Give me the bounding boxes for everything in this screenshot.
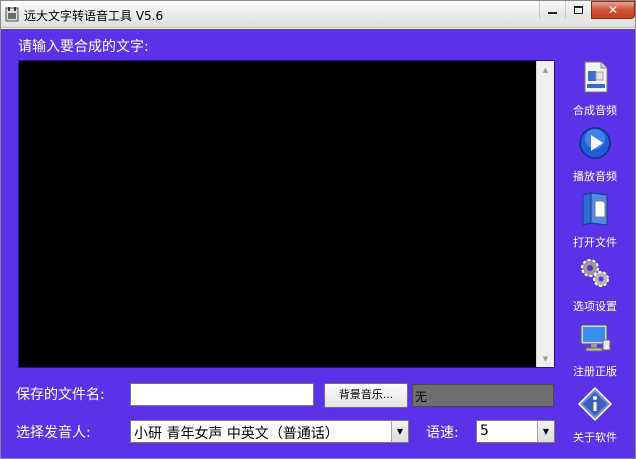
maximize-icon xyxy=(574,6,583,14)
play-icon xyxy=(579,127,611,159)
app-icon xyxy=(5,7,19,22)
close-button[interactable]: ✕ xyxy=(591,1,635,19)
filename-label: 保存的文件名: xyxy=(16,387,105,403)
chevron-down-icon[interactable]: ▼ xyxy=(391,421,408,442)
monitor-icon xyxy=(580,324,611,352)
chevron-down-icon[interactable]: ▼ xyxy=(537,421,554,442)
register-label: 注册正版 xyxy=(573,365,617,378)
app-window: 远大文字转语音工具 V5.6 ✕ 请输入要合成的文字: ▲ ▼ 合成音频 播放音… xyxy=(0,0,636,459)
text-input[interactable] xyxy=(19,61,536,367)
voice-label: 选择发音人: xyxy=(16,425,91,441)
minimize-icon xyxy=(548,12,557,14)
background-music-button[interactable]: 背景音乐... xyxy=(324,383,408,408)
info-icon xyxy=(577,386,613,422)
settings-button[interactable]: 选项设置 xyxy=(563,255,627,314)
speed-selected-value: 5 xyxy=(480,423,489,439)
window-controls: ✕ xyxy=(539,1,635,19)
vertical-scrollbar[interactable]: ▲ ▼ xyxy=(536,61,554,367)
about-label: 关于软件 xyxy=(573,431,617,444)
maximize-button[interactable] xyxy=(565,1,591,19)
gears-icon xyxy=(581,259,609,287)
background-music-value: 无 xyxy=(412,384,554,407)
filename-input[interactable] xyxy=(130,383,314,406)
scroll-up-icon[interactable]: ▲ xyxy=(537,61,554,78)
voice-selected-value: 小研 青年女声 中英文（普通话） xyxy=(134,426,339,442)
speed-select[interactable]: 5 ▼ xyxy=(476,420,555,443)
client-area: 请输入要合成的文字: ▲ ▼ 合成音频 播放音频 打开文件 选项设置 注册正版 … xyxy=(1,29,635,458)
settings-label: 选项设置 xyxy=(573,300,617,313)
scroll-down-icon[interactable]: ▼ xyxy=(537,350,554,367)
play-audio-label: 播放音频 xyxy=(573,170,617,183)
text-editor-frame: ▲ ▼ xyxy=(18,60,555,368)
window-title: 远大文字转语音工具 V5.6 xyxy=(24,9,164,23)
about-button[interactable]: 关于软件 xyxy=(563,386,627,445)
open-file-button[interactable]: 打开文件 xyxy=(563,191,627,250)
editor-prompt-label: 请输入要合成的文字: xyxy=(18,39,149,55)
open-file-icon xyxy=(582,192,608,226)
close-icon: ✕ xyxy=(607,3,619,17)
register-button[interactable]: 注册正版 xyxy=(563,320,627,379)
title-bar[interactable]: 远大文字转语音工具 V5.6 ✕ xyxy=(1,1,635,28)
voice-select[interactable]: 小研 青年女声 中英文（普通话） ▼ xyxy=(130,420,409,443)
open-file-label: 打开文件 xyxy=(573,236,617,249)
speed-label: 语速: xyxy=(426,425,459,441)
synthesize-audio-label: 合成音频 xyxy=(573,104,617,117)
synthesize-audio-button[interactable]: 合成音频 xyxy=(563,59,627,118)
play-audio-button[interactable]: 播放音频 xyxy=(563,125,627,184)
minimize-button[interactable] xyxy=(539,1,565,19)
wav-file-icon xyxy=(584,61,608,93)
